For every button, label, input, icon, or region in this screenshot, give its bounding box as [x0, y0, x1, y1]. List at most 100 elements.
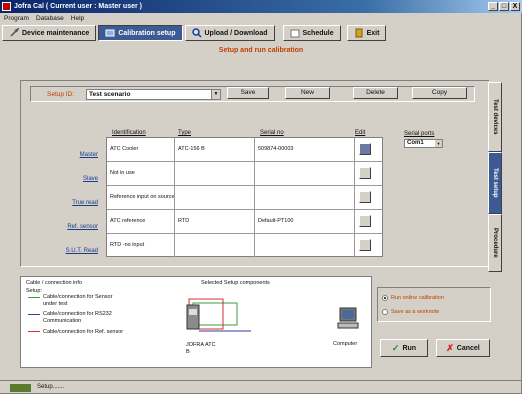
tab-label: Schedule	[302, 29, 334, 37]
status-bar: Setup.......	[0, 380, 522, 394]
cell-type[interactable]	[175, 234, 255, 257]
setup-icon	[105, 29, 115, 37]
cell-type[interactable]: RTD	[175, 210, 255, 233]
copy-button[interactable]: Copy	[412, 87, 467, 99]
computer-label: Computer	[333, 341, 358, 347]
legend-line-ref	[28, 331, 40, 332]
cell-serial-no[interactable]: 509874-00003	[255, 138, 355, 161]
diagram-title: Selected Setup components	[201, 280, 270, 286]
sensor-connection-box	[192, 302, 238, 326]
setup-bar: Setup ID: Test scenario ▼ Save New Delet…	[30, 86, 475, 102]
tab-upload-download[interactable]: Upload / Download	[184, 25, 275, 41]
new-button[interactable]: New	[285, 87, 330, 99]
device-label: JOFRA ATC B	[186, 342, 216, 355]
radio-label: Run online calibration	[391, 295, 444, 301]
side-tab-label: Test devices	[492, 99, 498, 135]
serial-ports-label: Serial ports	[404, 131, 435, 137]
chevron-down-icon: ▼	[211, 90, 220, 99]
side-tab-test-setup[interactable]: Test setup	[488, 152, 502, 214]
cell-identification[interactable]: RTD -no input	[107, 234, 175, 257]
tab-schedule[interactable]: Schedule	[282, 25, 341, 41]
calibrator-display	[189, 309, 197, 315]
menu-bar: Program Database Help	[0, 13, 522, 24]
cell-type[interactable]: ATC-156 B	[175, 138, 255, 161]
cancel-x-icon: ✗	[446, 342, 454, 353]
cell-type[interactable]	[175, 162, 255, 185]
close-button[interactable]: X	[510, 2, 520, 11]
column-header-edit: Edit	[355, 130, 366, 136]
cell-identification[interactable]: ATC Cooler	[107, 138, 175, 161]
table-row: Reference input on source	[107, 186, 382, 210]
run-mode-group: Run online calibration Save as a worknot…	[377, 287, 491, 322]
cell-identification[interactable]: ATC reference	[107, 210, 175, 233]
toolbar: Device maintenance Calibration setup Upl…	[0, 24, 522, 42]
tab-label: Calibration setup	[118, 29, 176, 37]
window-title: Jofra Cal ( Current user : Master user )	[14, 3, 142, 10]
row-label-master[interactable]: Master	[58, 152, 98, 158]
tab-device-maintenance[interactable]: Device maintenance	[2, 25, 97, 41]
tab-exit[interactable]: Exit	[346, 25, 387, 41]
legend-ref: Cable/connection for Ref. sensor	[43, 329, 124, 335]
side-tab-test-devices[interactable]: Test devices	[488, 82, 502, 152]
radio-run-online[interactable]: Run online calibration	[382, 295, 444, 301]
cell-identification[interactable]: Reference input on source	[107, 186, 175, 209]
tab-calibration-setup[interactable]: Calibration setup	[98, 25, 183, 41]
table-row: RTD -no input	[107, 234, 382, 258]
application-window: Jofra Cal ( Current user : Master user )…	[0, 0, 522, 394]
run-button[interactable]: ✓ Run	[380, 339, 428, 357]
edit-button[interactable]	[359, 239, 371, 251]
setup-label: Setup:	[26, 288, 42, 294]
magnifier-icon	[191, 28, 202, 38]
menu-program[interactable]: Program	[4, 13, 29, 24]
cell-serial-no[interactable]: Default-PT100	[255, 210, 355, 233]
setup-id-value: Test scenario	[89, 91, 131, 98]
side-tab-label: Test setup	[492, 168, 498, 198]
menu-database[interactable]: Database	[36, 13, 64, 24]
table-row: Not in use	[107, 162, 382, 186]
cell-type[interactable]	[175, 186, 255, 209]
tab-label: Device maintenance	[22, 29, 90, 37]
setup-id-select[interactable]: Test scenario ▼	[86, 89, 221, 100]
cell-identification[interactable]: Not in use	[107, 162, 175, 185]
computer-icon	[337, 307, 359, 329]
tab-label: Upload / Download	[204, 29, 268, 37]
status-text: Setup.......	[37, 384, 65, 390]
side-tab-procedure[interactable]: Procedure	[488, 214, 502, 272]
row-label-slave[interactable]: Slave	[58, 176, 98, 182]
calibrator-device-icon	[186, 304, 200, 330]
serial-port-value: Com1	[407, 140, 424, 146]
run-label: Run	[402, 344, 417, 352]
radio-button	[382, 309, 388, 315]
column-header-identification: Identification	[112, 130, 146, 136]
page-title: Setup and run calibration	[218, 47, 304, 54]
cell-serial-no[interactable]	[255, 234, 355, 257]
radio-button-selected	[382, 295, 388, 301]
row-label-true-read[interactable]: True read	[58, 200, 98, 206]
edit-button[interactable]	[359, 215, 371, 227]
maximize-button[interactable]: □	[499, 2, 509, 11]
table-row: ATC Cooler ATC-156 B 509874-00003	[107, 138, 382, 162]
edit-button[interactable]	[359, 191, 371, 203]
wrench-icon	[10, 28, 19, 37]
edit-button[interactable]	[359, 167, 371, 179]
minimize-button[interactable]: _	[488, 2, 498, 11]
delete-button[interactable]: Delete	[353, 87, 398, 99]
side-tab-label: Procedure	[492, 228, 498, 258]
row-label-ref-sensor[interactable]: Ref. sensor	[58, 224, 98, 230]
title-bar: Jofra Cal ( Current user : Master user )…	[0, 0, 522, 13]
setup-diagram	[186, 298, 251, 332]
serial-port-select[interactable]: Com1 ▼	[404, 139, 443, 148]
cancel-button[interactable]: ✗ Cancel	[436, 339, 490, 357]
row-label-sut-read[interactable]: S.U.T. Read	[58, 248, 98, 254]
calendar-icon	[290, 29, 299, 38]
cell-serial-no[interactable]	[255, 162, 355, 185]
connection-info-panel: Cable / connection info Setup: Cable/con…	[20, 276, 372, 368]
cell-serial-no[interactable]	[255, 186, 355, 209]
radio-save-worknote[interactable]: Save as a worknote	[382, 309, 439, 315]
edit-button[interactable]	[359, 143, 371, 155]
menu-help[interactable]: Help	[71, 13, 84, 24]
info-title: Cable / connection info	[26, 280, 82, 286]
legend-line-sensor	[28, 297, 40, 298]
save-button[interactable]: Save	[227, 87, 269, 99]
legend-rs232: Cable/connection for RS232 Communication	[43, 311, 112, 324]
